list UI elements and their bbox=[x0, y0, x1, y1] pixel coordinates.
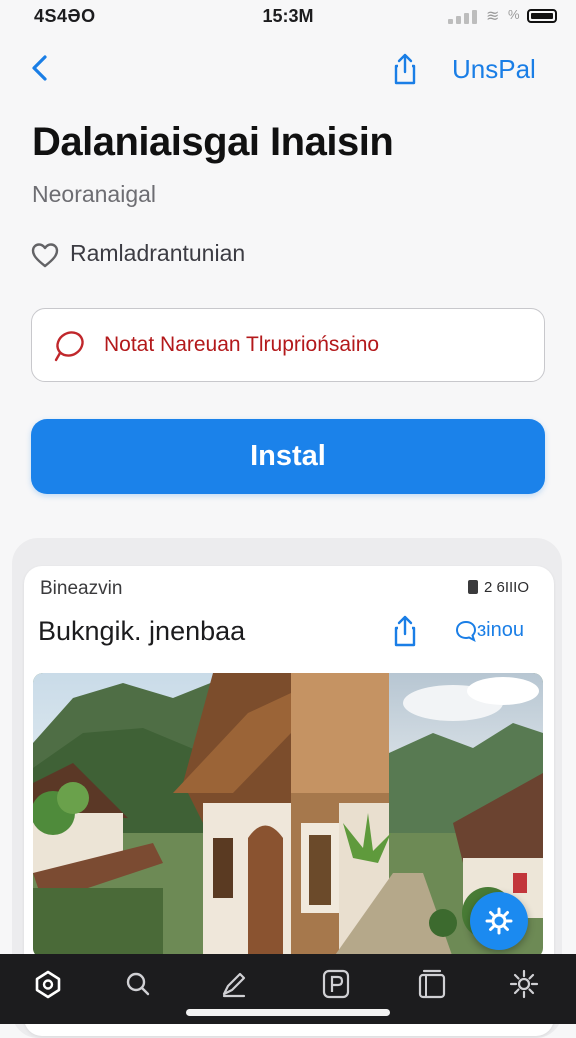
card-stat-text: 2 6ΙΙΙΟ bbox=[484, 579, 530, 596]
card-share-button[interactable] bbox=[390, 614, 420, 648]
back-button[interactable] bbox=[26, 50, 56, 86]
navigation-bar: UnsPal bbox=[0, 44, 576, 92]
tab-library[interactable] bbox=[412, 966, 452, 1002]
card-link-label: ɜinou bbox=[477, 619, 524, 641]
signal-icon bbox=[448, 10, 480, 24]
card-title: Bukngik. jnenbaa bbox=[38, 616, 246, 646]
card-stat: 2 6ΙΙΙΟ bbox=[468, 579, 529, 596]
comment-icon bbox=[455, 620, 477, 642]
search-icon bbox=[126, 972, 150, 996]
tab-settings[interactable] bbox=[504, 966, 544, 1002]
status-bar: 4S4ƏO 15:3M ≋ % bbox=[0, 0, 576, 34]
heart-icon bbox=[31, 243, 59, 268]
battery-percent: % bbox=[508, 7, 520, 22]
tab-parking[interactable] bbox=[316, 966, 356, 1002]
wifi-icon: ≋ bbox=[486, 8, 500, 25]
home-icon bbox=[35, 970, 61, 999]
chevron-left-icon bbox=[32, 55, 47, 81]
gear-icon bbox=[485, 907, 513, 935]
share-icon bbox=[394, 53, 416, 85]
home-indicator[interactable] bbox=[186, 1009, 390, 1016]
favorite-label: Ramladrantunian bbox=[70, 240, 246, 266]
library-icon bbox=[418, 969, 446, 999]
report-alert-box[interactable]: Notat Nareuan Tlrupriońsaino bbox=[31, 308, 545, 382]
battery-icon bbox=[527, 9, 557, 23]
village-photo bbox=[33, 673, 543, 958]
share-button[interactable] bbox=[390, 52, 420, 86]
card-label: Bineazvin bbox=[40, 578, 123, 599]
share-icon bbox=[394, 615, 416, 647]
tab-home[interactable] bbox=[28, 966, 68, 1002]
parking-icon bbox=[322, 969, 350, 999]
tab-search[interactable] bbox=[118, 966, 158, 1002]
app-title: Dalaniaisgai Inaisin bbox=[32, 120, 394, 164]
nav-right-link[interactable]: UnsPal bbox=[452, 54, 536, 85]
app-subtitle: Neoranaigal bbox=[32, 181, 157, 207]
tab-updates[interactable] bbox=[214, 966, 254, 1002]
install-button[interactable]: Instal bbox=[31, 419, 545, 494]
floating-action-button[interactable] bbox=[470, 892, 528, 950]
lock-icon bbox=[468, 580, 478, 594]
report-icon bbox=[54, 331, 84, 362]
settings-icon bbox=[509, 969, 539, 999]
alert-text: Notat Nareuan Tlrupriońsaino bbox=[104, 333, 380, 356]
edit-icon bbox=[222, 972, 246, 998]
